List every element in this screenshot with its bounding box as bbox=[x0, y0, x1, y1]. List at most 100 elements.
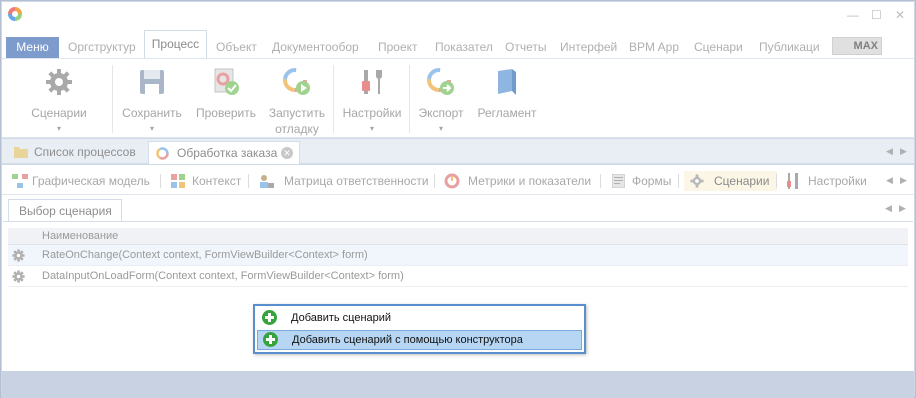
save-label: Сохранить bbox=[122, 106, 182, 120]
title-bar: — ☐ ✕ bbox=[2, 2, 914, 30]
tab-label: Графическая модель bbox=[32, 174, 150, 188]
run-debug-label-line2: отладку bbox=[275, 122, 319, 136]
tab-context[interactable]: Контекст bbox=[168, 171, 241, 191]
save-button[interactable]: Сохранить ▾ bbox=[118, 59, 186, 137]
subtab-scroll-left-icon[interactable]: ◀ bbox=[886, 175, 893, 186]
tab-metrics[interactable]: Метрики и показатели bbox=[442, 171, 591, 191]
row-name: RateOnChange(Context context, FormViewBu… bbox=[42, 249, 368, 261]
chevron-down-icon: ▾ bbox=[438, 124, 443, 133]
tab-label: Сценарии bbox=[714, 174, 770, 188]
subtab-scroll-right-icon[interactable]: ▶ bbox=[900, 175, 907, 186]
ribbon-separator bbox=[409, 65, 410, 133]
export-button[interactable]: Экспорт ▾ bbox=[412, 59, 470, 137]
table-row[interactable]: RateOnChange(Context context, FormViewBu… bbox=[8, 245, 908, 266]
gear-icon bbox=[46, 69, 72, 95]
tab-reports[interactable]: Отчеты bbox=[505, 37, 546, 58]
check-icon bbox=[214, 68, 239, 95]
tab-separator bbox=[600, 174, 601, 188]
table-row[interactable]: DataInputOnLoadForm(Context context, For… bbox=[8, 266, 908, 287]
check-button[interactable]: Проверить bbox=[190, 59, 262, 137]
row-name: DataInputOnLoadForm(Context context, For… bbox=[42, 270, 404, 282]
tab-process-list[interactable]: Список процессов bbox=[10, 141, 146, 164]
tab-bpm-app[interactable]: BPM App bbox=[629, 37, 679, 58]
ribbon-separator bbox=[112, 65, 113, 133]
tab-documents[interactable]: Документообор bbox=[272, 37, 359, 58]
settings-label: Настройки bbox=[342, 106, 402, 120]
tab-label: Обработка заказа bbox=[177, 146, 278, 160]
tab-forms[interactable]: Формы bbox=[608, 171, 671, 191]
divider bbox=[3, 221, 913, 222]
run-debug-label: Запустить bbox=[268, 106, 326, 120]
tab-separator bbox=[160, 174, 161, 188]
tab-label: Формы bbox=[632, 174, 672, 188]
tab-select-scenario[interactable]: Выбор сценария bbox=[8, 199, 122, 222]
app-logo-icon bbox=[8, 7, 22, 21]
graph-model-icon bbox=[12, 174, 28, 188]
tab-scroll-left-icon[interactable]: ◀ bbox=[886, 146, 893, 157]
puzzle-icon bbox=[171, 174, 185, 188]
tab-label: Метрики и показатели bbox=[468, 174, 592, 188]
tab-indicators[interactable]: Показател bbox=[435, 37, 493, 58]
max-button[interactable]: MAX bbox=[832, 37, 882, 55]
content-scroll-left-icon[interactable]: ◀ bbox=[885, 203, 892, 214]
folder-icon bbox=[14, 147, 28, 158]
tools-icon bbox=[787, 173, 798, 189]
gear-icon bbox=[690, 174, 704, 188]
add-scenario-popup-menu: Добавить сценарий Добавить сценарий с по… bbox=[253, 304, 586, 354]
tab-object[interactable]: Объект bbox=[216, 37, 257, 58]
maximize-button[interactable]: ☐ bbox=[871, 8, 882, 22]
chevron-down-icon: ▾ bbox=[369, 124, 374, 133]
tab-scenarios[interactable]: Сценари bbox=[694, 37, 743, 58]
status-bar bbox=[2, 371, 914, 398]
export-icon bbox=[427, 68, 454, 95]
close-tab-icon[interactable]: ✕ bbox=[281, 147, 293, 159]
menu-item-add-scenario[interactable]: Добавить сценарий bbox=[257, 308, 582, 328]
gear-icon bbox=[12, 249, 25, 262]
tab-publications[interactable]: Публикаци bbox=[759, 37, 820, 58]
check-label: Проверить bbox=[195, 106, 256, 120]
tab-scroll-right-icon[interactable]: ▶ bbox=[900, 146, 907, 157]
tab-separator bbox=[434, 174, 435, 188]
tab-graphical-model[interactable]: Графическая модель bbox=[10, 171, 150, 191]
tab-scenarios-sub[interactable]: Сценарии bbox=[684, 171, 778, 191]
add-plus-icon bbox=[262, 310, 277, 325]
document-tab-bar: Список процессов Обработка заказа ✕ ◀ ▶ bbox=[2, 139, 914, 164]
tab-interface[interactable]: Интерфей bbox=[560, 37, 617, 58]
regulations-label: Регламент bbox=[477, 106, 537, 120]
tab-orgstructure[interactable]: Оргструктур bbox=[68, 37, 136, 58]
tab-order-processing[interactable]: Обработка заказа ✕ bbox=[148, 141, 300, 164]
regulations-button[interactable]: Регламент bbox=[474, 59, 540, 137]
content-scroll-right-icon[interactable]: ▶ bbox=[899, 203, 906, 214]
tab-separator bbox=[678, 174, 679, 188]
tab-label: Настройки bbox=[808, 174, 867, 188]
minimize-button[interactable]: — bbox=[847, 8, 859, 22]
tab-settings-sub[interactable]: Настройки bbox=[782, 171, 867, 191]
process-icon bbox=[156, 147, 169, 160]
ribbon-tab-bar: Меню Оргструктур Процесс Объект Документ… bbox=[2, 30, 914, 59]
tab-separator bbox=[776, 174, 777, 188]
chevron-down-icon: ▾ bbox=[149, 124, 154, 133]
tab-responsibility-matrix[interactable]: Матрица ответственности bbox=[256, 171, 429, 191]
tab-label: Список процессов bbox=[34, 145, 136, 159]
tab-process[interactable]: Процесс bbox=[144, 30, 207, 59]
save-icon bbox=[140, 70, 164, 94]
tools-icon bbox=[362, 70, 382, 94]
scenario-grid: Наименование RateOnChange(Context contex… bbox=[8, 228, 908, 287]
metrics-icon bbox=[444, 173, 460, 189]
scenarios-button[interactable]: Сценарии ▾ bbox=[24, 59, 94, 137]
run-debug-icon bbox=[283, 68, 310, 95]
settings-button[interactable]: Настройки ▾ bbox=[338, 59, 406, 137]
form-icon bbox=[612, 174, 625, 188]
menu-button[interactable]: Меню bbox=[6, 37, 59, 58]
column-header-name[interactable]: Наименование bbox=[8, 228, 908, 245]
tab-label: Матрица ответственности bbox=[284, 174, 429, 188]
menu-item-label: Добавить сценарий bbox=[291, 312, 392, 324]
menu-item-add-scenario-constructor[interactable]: Добавить сценарий с помощью конструктора bbox=[257, 330, 582, 350]
tab-separator bbox=[248, 174, 249, 188]
tab-project[interactable]: Проект bbox=[378, 37, 418, 58]
app-window: — ☐ ✕ Меню Оргструктур Процесс Объект До… bbox=[0, 0, 916, 398]
export-label: Экспорт bbox=[418, 106, 464, 120]
ribbon-toolbar: Сценарии ▾ Сохранить ▾ Проверить Запусти… bbox=[2, 58, 914, 138]
close-button[interactable]: ✕ bbox=[895, 8, 905, 22]
run-debug-button[interactable]: Запустить отладку bbox=[264, 59, 330, 137]
